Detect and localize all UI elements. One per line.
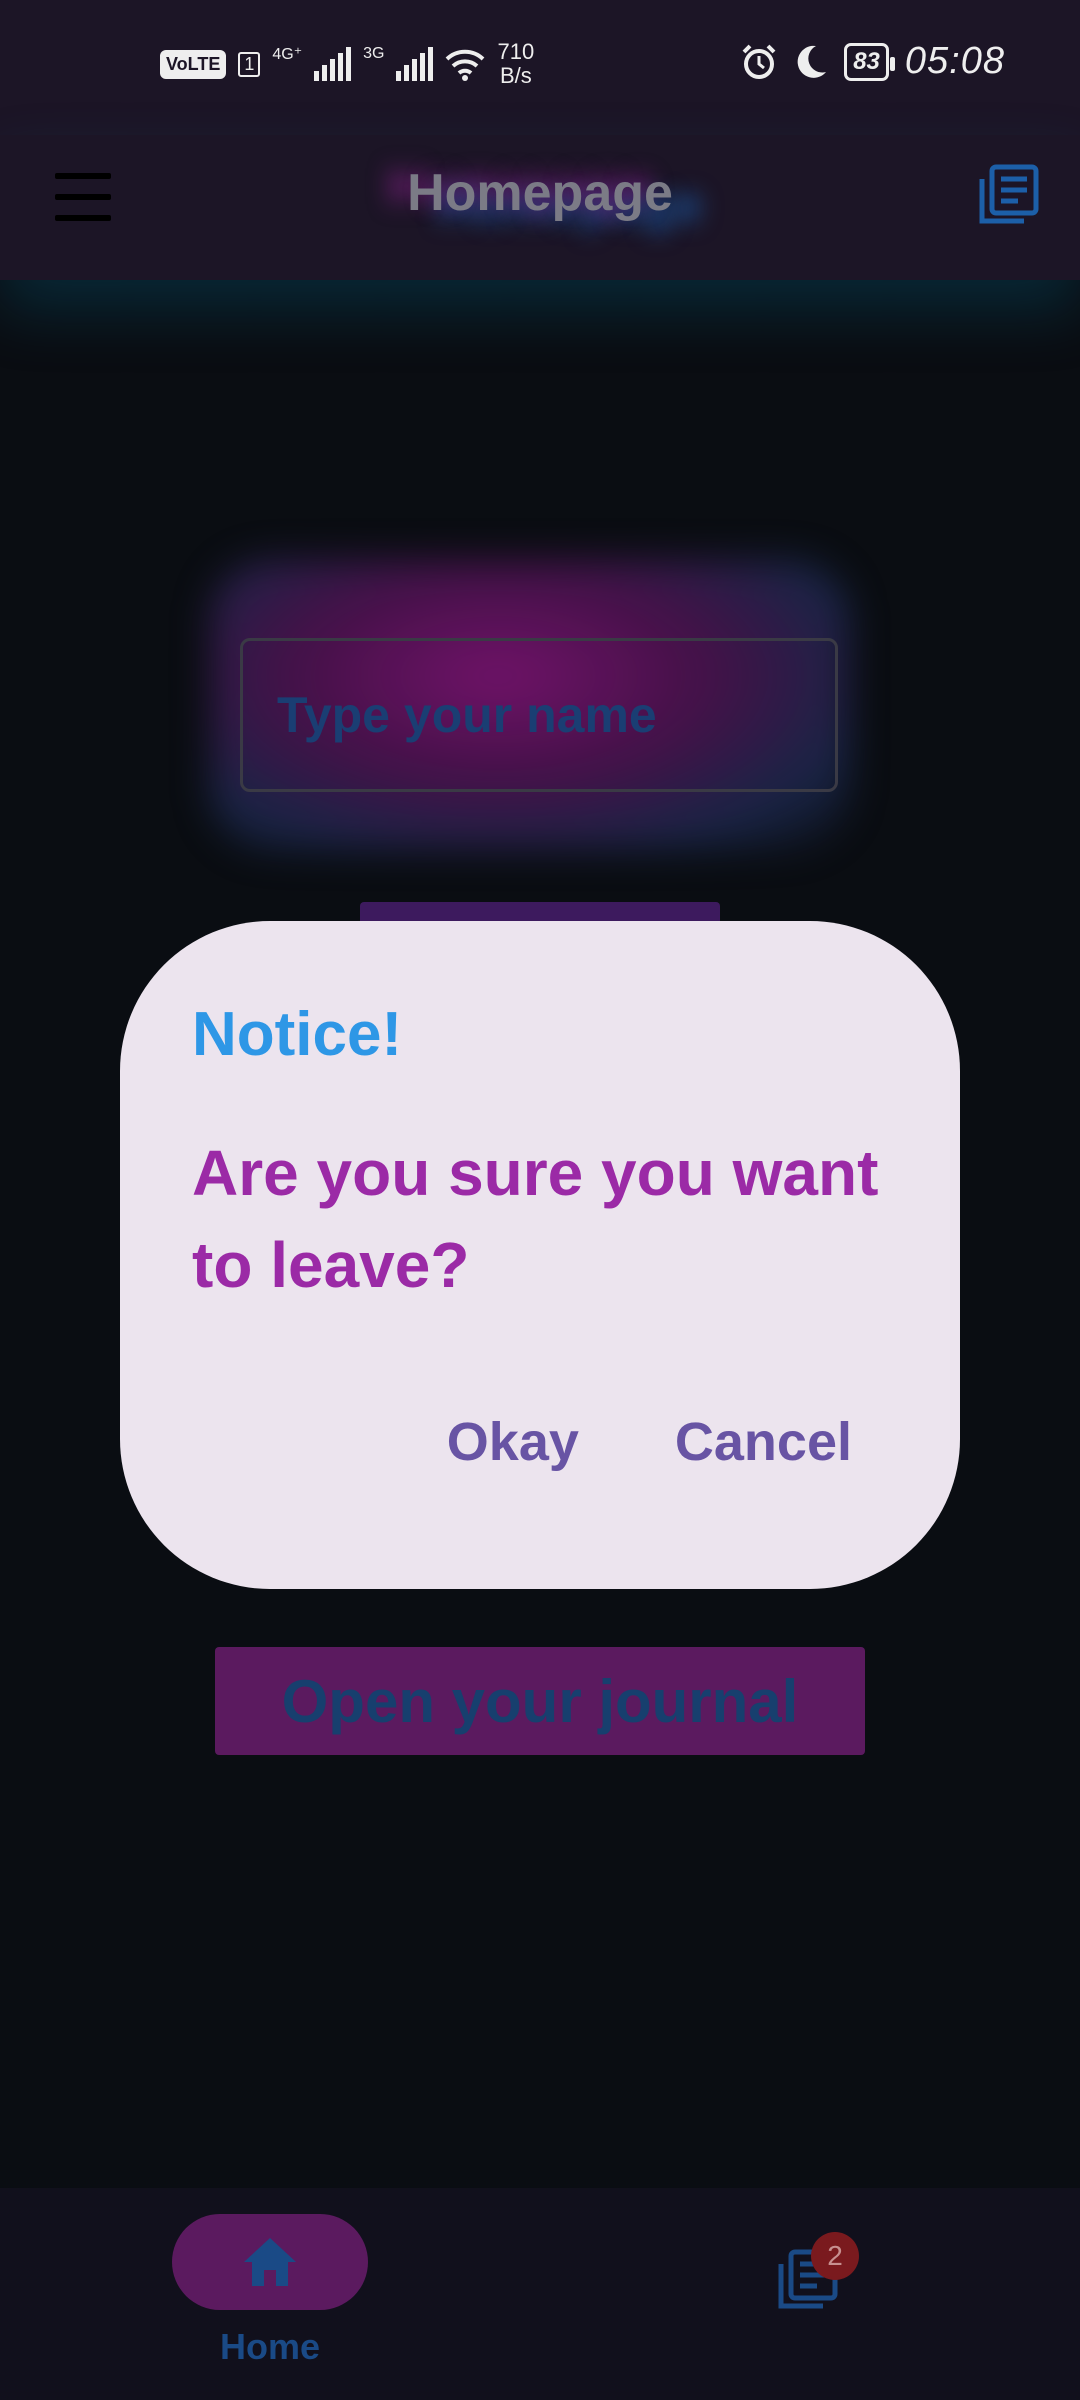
home-icon [244, 2238, 296, 2286]
signal-icon [396, 47, 434, 81]
net-speed-value: 710 [497, 39, 535, 64]
moon-icon [797, 45, 827, 78]
dialog-message: Are you sure you want to leave? [192, 1137, 879, 1301]
journal-icon[interactable] [976, 163, 1040, 227]
dialog-title: Notice! [192, 1000, 403, 1069]
cancel-button[interactable]: Cancel [675, 1411, 852, 1473]
clock: 05:08 [904, 40, 1005, 82]
app-bar: Homepage [0, 135, 1080, 280]
net-speed-unit: B/s [499, 63, 532, 88]
network-type-2: 3G [363, 45, 385, 62]
page-title: Homepage [407, 164, 673, 222]
notification-badge: 2 [811, 2232, 859, 2280]
status-bar: VoLTE 1 4G⁺ 3G 710 B/s 83 05:08 [0, 0, 1080, 135]
battery-icon: 83 [844, 42, 895, 81]
okay-button[interactable]: Okay [447, 1411, 579, 1473]
status-left: VoLTE 1 4G⁺ 3G 710 B/s [160, 40, 534, 88]
open-journal-button[interactable]: Open your journal [215, 1647, 865, 1755]
network-type-1: 4G⁺ [272, 46, 303, 63]
net-speed: 710 B/s [497, 40, 534, 88]
nav-item-journal[interactable]: 2 [775, 2232, 859, 2328]
screen: VoLTE 1 4G⁺ 3G 710 B/s 83 05:08 Homepage… [0, 0, 1080, 2400]
home-pill[interactable] [172, 2214, 368, 2310]
dialog-actions: Okay Cancel [447, 1411, 852, 1473]
sim-indicator: 1 [238, 51, 261, 77]
signal-icon [314, 47, 352, 81]
nav-item-home[interactable]: Home [172, 2214, 368, 2368]
alarm-icon [742, 44, 776, 79]
nav-label-home: Home [219, 2326, 321, 2367]
wifi-icon [446, 49, 485, 81]
bottom-nav: Home 2 [0, 2188, 1080, 2400]
status-right: 83 05:08 [740, 40, 1005, 83]
name-input[interactable] [240, 638, 838, 792]
volte-indicator: VoLTE [160, 49, 227, 79]
leave-dialog: Notice! Are you sure you want to leave? … [120, 921, 960, 1589]
